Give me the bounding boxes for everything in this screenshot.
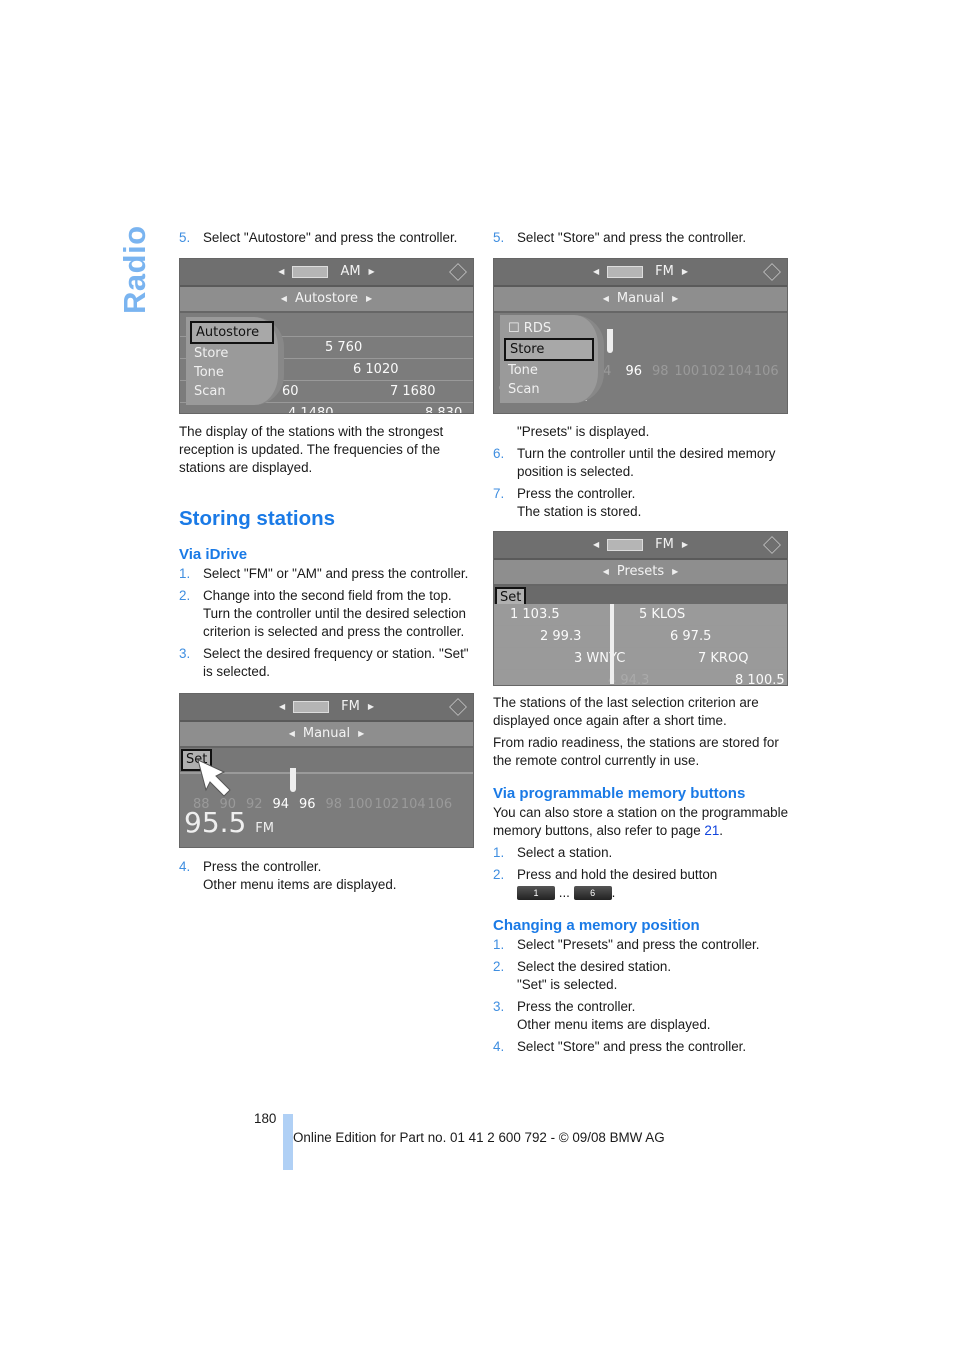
- pointer-arrow-icon: [197, 759, 231, 797]
- memory-button-6: 6: [573, 886, 612, 901]
- left-column: 5. Select "Autostore" and press the contr…: [179, 229, 475, 898]
- preset-2[interactable]: 2 99.3: [540, 628, 581, 646]
- step-4: 4. Press the controller. Other menu items …: [179, 859, 397, 892]
- context-menu: Autostore Store Tone Scan: [186, 317, 284, 405]
- page-number: 180: [254, 1111, 277, 1126]
- menu-item-store[interactable]: Store: [504, 338, 594, 361]
- band-bar: ◀ FM ▶: [494, 259, 787, 287]
- tuning-needle: [607, 329, 613, 353]
- radio-icon: [293, 701, 330, 713]
- change-step-3: 3. Press the controller. Other menu items …: [493, 999, 711, 1032]
- controller-icon: [763, 263, 781, 281]
- autostore-result-text: The display of the stations with the str…: [179, 424, 444, 475]
- menu-item-tone[interactable]: Tone: [186, 363, 278, 382]
- last-criterion-text: The stations of the last selection crite…: [493, 695, 759, 728]
- context-menu: ☐ RDS Store Tone Scan: [500, 315, 604, 403]
- controller-icon: [449, 698, 467, 716]
- footer-accent-bar: [283, 1114, 293, 1170]
- menu-item-tone[interactable]: Tone: [500, 361, 598, 380]
- band-bar: ◀ AM ▶: [180, 259, 473, 287]
- change-step-1: 1. Select "Presets" and press the control…: [493, 937, 760, 952]
- memory-buttons-text: You can also store a station on the prog…: [493, 805, 789, 838]
- preset-8[interactable]: 8 100.5: [735, 672, 785, 685]
- screenshot-manual: ◀ FM ▶ ◀ Manual ▶ Set 88 90 92 94 96 98 100 102 104 1…: [179, 693, 474, 848]
- presets-displayed-text: "Presets" is displayed.: [517, 424, 650, 439]
- controller-icon: [763, 536, 781, 554]
- preset-6[interactable]: 6 97.5: [670, 628, 711, 646]
- step-2: 2. Change into the second field from the …: [179, 588, 466, 639]
- screenshot-presets: ◀ FM ▶ ◀ Presets ▶ Set 1 103.5 5 KLOS 2 99.3 6…: [493, 531, 788, 686]
- step-5-store: 5. Select "Store" and press the controlle…: [493, 230, 747, 245]
- screenshot-store: ◀FM▶ ◀Manual▶ 49698100102104106 95.5 FM …: [493, 258, 788, 414]
- step-5-autostore: 5. Select "Autostore" and press the contr…: [179, 230, 458, 245]
- page-link[interactable]: 21: [704, 823, 719, 838]
- frequency-readout: 95.5 FM: [184, 806, 274, 839]
- footer-text: Online Edition for Part no. 01 41 2 600 …: [293, 1130, 665, 1145]
- step-3: 3. Select the desired frequency or statio…: [179, 646, 469, 679]
- radio-icon: [292, 266, 329, 278]
- screenshot-autostore: ◀ AM ▶ ◀ Autostore ▶ 5 760 6 1020 60 7 1680 4…: [179, 258, 474, 414]
- mode-bar: ◀ Manual ▶: [494, 287, 787, 313]
- preset-list: 1 103.5 5 KLOS 2 99.3 6 97.5 3 WNYC 7 KROQ …: [494, 604, 787, 685]
- right-column: 5. Select "Store" and press the controlle…: [493, 229, 789, 1060]
- mode-bar: ◀ Autostore ▶: [180, 287, 473, 313]
- preset-4[interactable]: 4 94.3: [608, 672, 649, 685]
- radio-icon: [607, 266, 644, 278]
- step-1: 1. Select "FM" or "AM" and press the cont…: [179, 566, 469, 581]
- preset-3[interactable]: 3 WNYC: [574, 650, 625, 668]
- menu-item-scan[interactable]: Scan: [500, 380, 598, 399]
- tuning-needle: [290, 768, 296, 792]
- radio-readiness-text: From radio readiness, the stations are s…: [493, 735, 779, 768]
- radio-icon: [607, 539, 644, 551]
- preset-1[interactable]: 1 103.5: [510, 606, 560, 624]
- band-bar: ◀ FM ▶: [494, 532, 787, 560]
- subheading-changing-memory: Changing a memory position: [493, 917, 700, 934]
- frequency-scale: 4 96 98 100 102 104 106: [603, 364, 779, 379]
- band-bar: ◀ FM ▶: [180, 694, 473, 722]
- controller-icon: [449, 263, 467, 281]
- preset-divider: [610, 604, 614, 684]
- mode-bar: ◀ Manual ▶: [180, 722, 473, 748]
- step-6: 6. Turn the controller until the desired …: [493, 446, 776, 479]
- section-side-title: Radio: [117, 225, 152, 314]
- preset-7[interactable]: 7 KROQ: [698, 650, 748, 668]
- subheading-via-idrive: Via iDrive: [179, 546, 248, 563]
- menu-item-autostore[interactable]: Autostore: [190, 321, 274, 344]
- menu-item-scan[interactable]: Scan: [186, 382, 278, 401]
- memory-button-1: 1: [517, 886, 555, 901]
- mem-step-2: 2. Press and hold the desired button 1 ..…: [493, 867, 718, 901]
- preset-5[interactable]: 5 KLOS: [639, 606, 685, 624]
- change-step-4: 4. Select "Store" and press the controlle…: [493, 1039, 747, 1054]
- menu-item-rds[interactable]: ☐ RDS: [500, 319, 598, 338]
- mode-bar: ◀ Presets ▶: [494, 560, 787, 586]
- menu-item-store[interactable]: Store: [186, 344, 278, 363]
- change-step-2: 2. Select the desired station. "Set" is se…: [493, 959, 672, 992]
- mem-step-1: 1. Select a station.: [493, 845, 613, 860]
- section-heading: Storing stations: [179, 507, 336, 530]
- step-7: 7. Press the controller. The station is st…: [493, 486, 642, 519]
- subheading-memory-buttons: Via programmable memory buttons: [493, 785, 746, 802]
